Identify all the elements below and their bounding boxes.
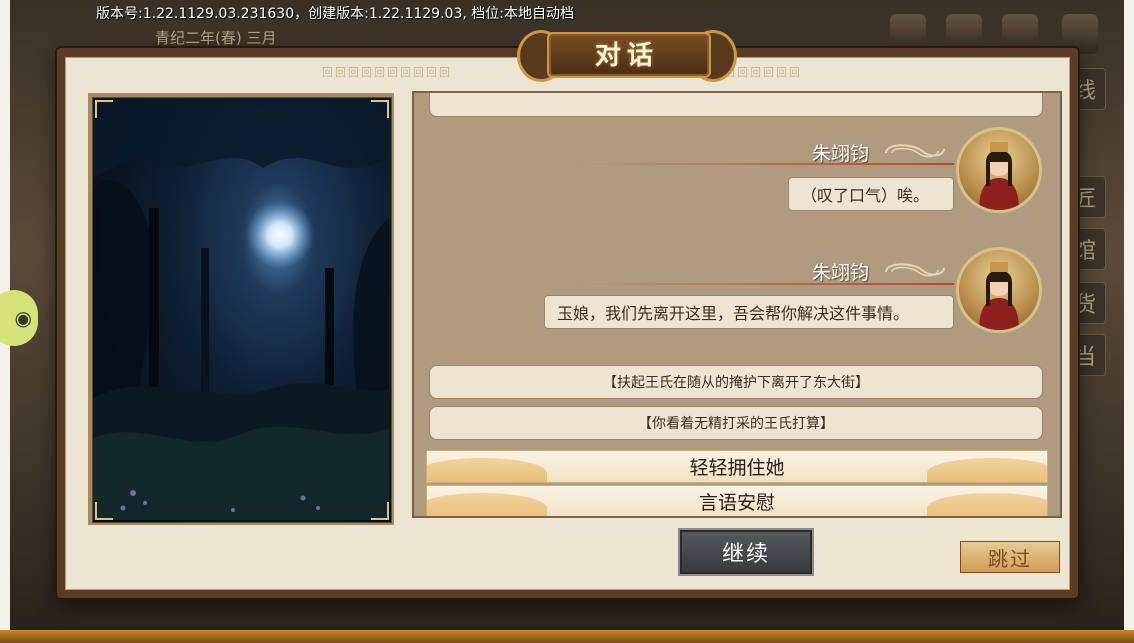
speaker-underline (574, 163, 954, 165)
choice-option-1[interactable]: 轻轻拥住她 (426, 450, 1048, 483)
dialogue-log[interactable]: 朱翊钧 （叹了口气）唉。 朱翊钧 玉娘，我们先离开这里，吾会帮你解决这件事情。 … (412, 91, 1062, 518)
version-label: 版本号:1.22.1129.03.231630，创建版本:1.22.1129.0… (96, 6, 574, 22)
speaker-portrait-avatar (956, 127, 1042, 213)
choice-label: 言语安慰 (698, 492, 775, 514)
character-avatar-icon (979, 262, 1019, 330)
swirl-ornament-icon (885, 144, 945, 158)
dialogue-body: 回回回回回回回回回回 回回回回回回回回回回 朱翊钧 （叹了口气）唉。 朱翊钧 玉… (65, 57, 1070, 590)
hill-decoration (927, 493, 1047, 516)
corner-ornament (371, 502, 389, 520)
gamepad-icon: ◉ (14, 306, 32, 330)
scene-image-frame (88, 93, 394, 525)
narration-line-cut-off (429, 93, 1043, 117)
speaker-name: 朱翊钧 (812, 143, 870, 165)
dialog-title-plaque: 对话 (517, 26, 737, 82)
game-date: 青纪二年(春) 三月 (155, 29, 277, 47)
speech-bubble: （叹了口气）唉。 (788, 177, 954, 211)
corner-ornament (371, 100, 389, 118)
swirl-ornament-icon (885, 263, 945, 277)
hill-decoration (927, 458, 1047, 482)
continue-button[interactable]: 继续 (678, 528, 814, 576)
speaker-name: 朱翊钧 (812, 262, 870, 284)
corner-ornament (95, 100, 113, 118)
speaker-portrait-avatar (956, 247, 1042, 333)
title-ornament-left: 回回回回回回回回回回 (322, 66, 452, 78)
bottom-bar (0, 630, 1134, 643)
dialog-title: 对话 (594, 40, 659, 71)
hill-decoration (427, 458, 547, 482)
narration-line: 【你看着无精打采的王氏打算】 (429, 406, 1043, 440)
scene-image-night-forest (92, 97, 392, 523)
corner-ornament (95, 502, 113, 520)
hill-decoration (427, 493, 547, 516)
skip-button[interactable]: 跳过 (960, 541, 1060, 573)
dialogue-window: 回回回回回回回回回回 回回回回回回回回回回 朱翊钧 （叹了口气）唉。 朱翊钧 玉… (57, 30, 1078, 598)
speech-bubble: 玉娘，我们先离开这里，吾会帮你解决这件事情。 (544, 295, 954, 329)
choice-label: 轻轻拥住她 (689, 457, 785, 479)
forest-illustration (93, 98, 389, 520)
right-margin (1124, 0, 1134, 643)
narration-line: 【扶起王氏在随从的掩护下离开了东大街】 (429, 365, 1043, 399)
choice-option-2[interactable]: 言语安慰 (426, 485, 1048, 516)
character-avatar-icon (979, 142, 1019, 210)
speaker-underline (574, 283, 954, 285)
